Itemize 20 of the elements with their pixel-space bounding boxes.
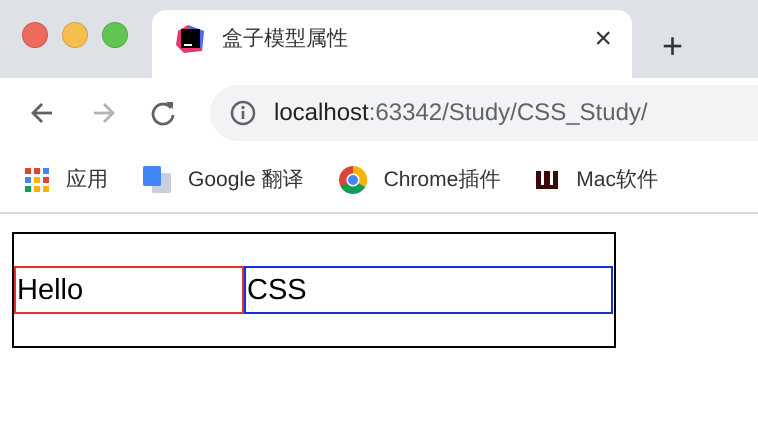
tab[interactable]: 盒子模型属性 × — [152, 10, 632, 78]
bookmark-item[interactable]: Mac软件 — [534, 164, 658, 196]
minimize-light[interactable] — [62, 22, 88, 48]
text-box: Hello — [14, 266, 244, 314]
apps-grid-icon — [24, 167, 50, 193]
close-tab-button[interactable]: × — [594, 24, 612, 54]
bookmark-item[interactable]: 应用 — [24, 164, 108, 196]
chrome-logo-icon — [338, 165, 368, 195]
app-logo-icon — [174, 23, 206, 55]
text-box: CSS — [244, 266, 613, 314]
zoom-light[interactable] — [102, 22, 128, 48]
new-tab-button[interactable]: + — [632, 28, 684, 78]
info-icon[interactable] — [230, 100, 256, 126]
bookmark-item[interactable]: Chrome插件 — [338, 164, 500, 196]
close-light[interactable] — [22, 22, 48, 48]
address-bar[interactable]: localhost:63342/Study/CSS_Study/ — [210, 85, 758, 141]
url-text: localhost:63342/Study/CSS_Study/ — [274, 98, 648, 128]
tab-title: 盒子模型属性 — [222, 26, 349, 52]
translate-icon — [142, 165, 172, 195]
bookmark-item[interactable]: Google 翻译 — [142, 164, 304, 196]
